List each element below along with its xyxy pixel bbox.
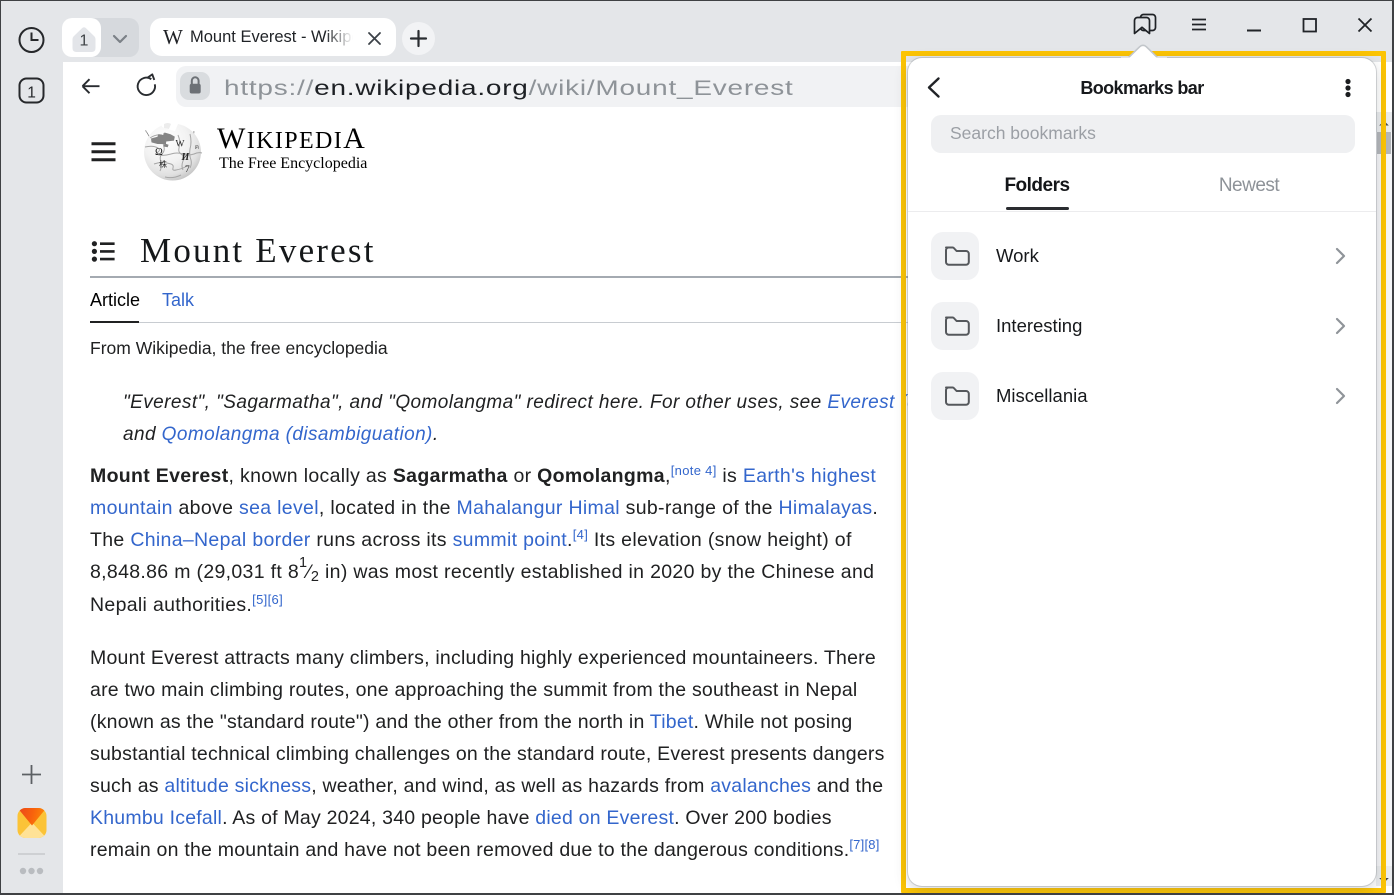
svg-text:Ω: Ω <box>155 147 163 158</box>
svg-text:W: W <box>176 140 185 150</box>
svg-text:י: י <box>193 130 195 137</box>
svg-text:株: 株 <box>159 159 167 169</box>
svg-text:1: 1 <box>80 33 89 50</box>
svg-text:7: 7 <box>185 165 190 175</box>
svg-text:ค: ค <box>195 144 200 151</box>
svg-text:1: 1 <box>27 85 36 102</box>
svg-text:И: И <box>181 152 191 163</box>
svg-text:أ: أ <box>144 129 151 139</box>
